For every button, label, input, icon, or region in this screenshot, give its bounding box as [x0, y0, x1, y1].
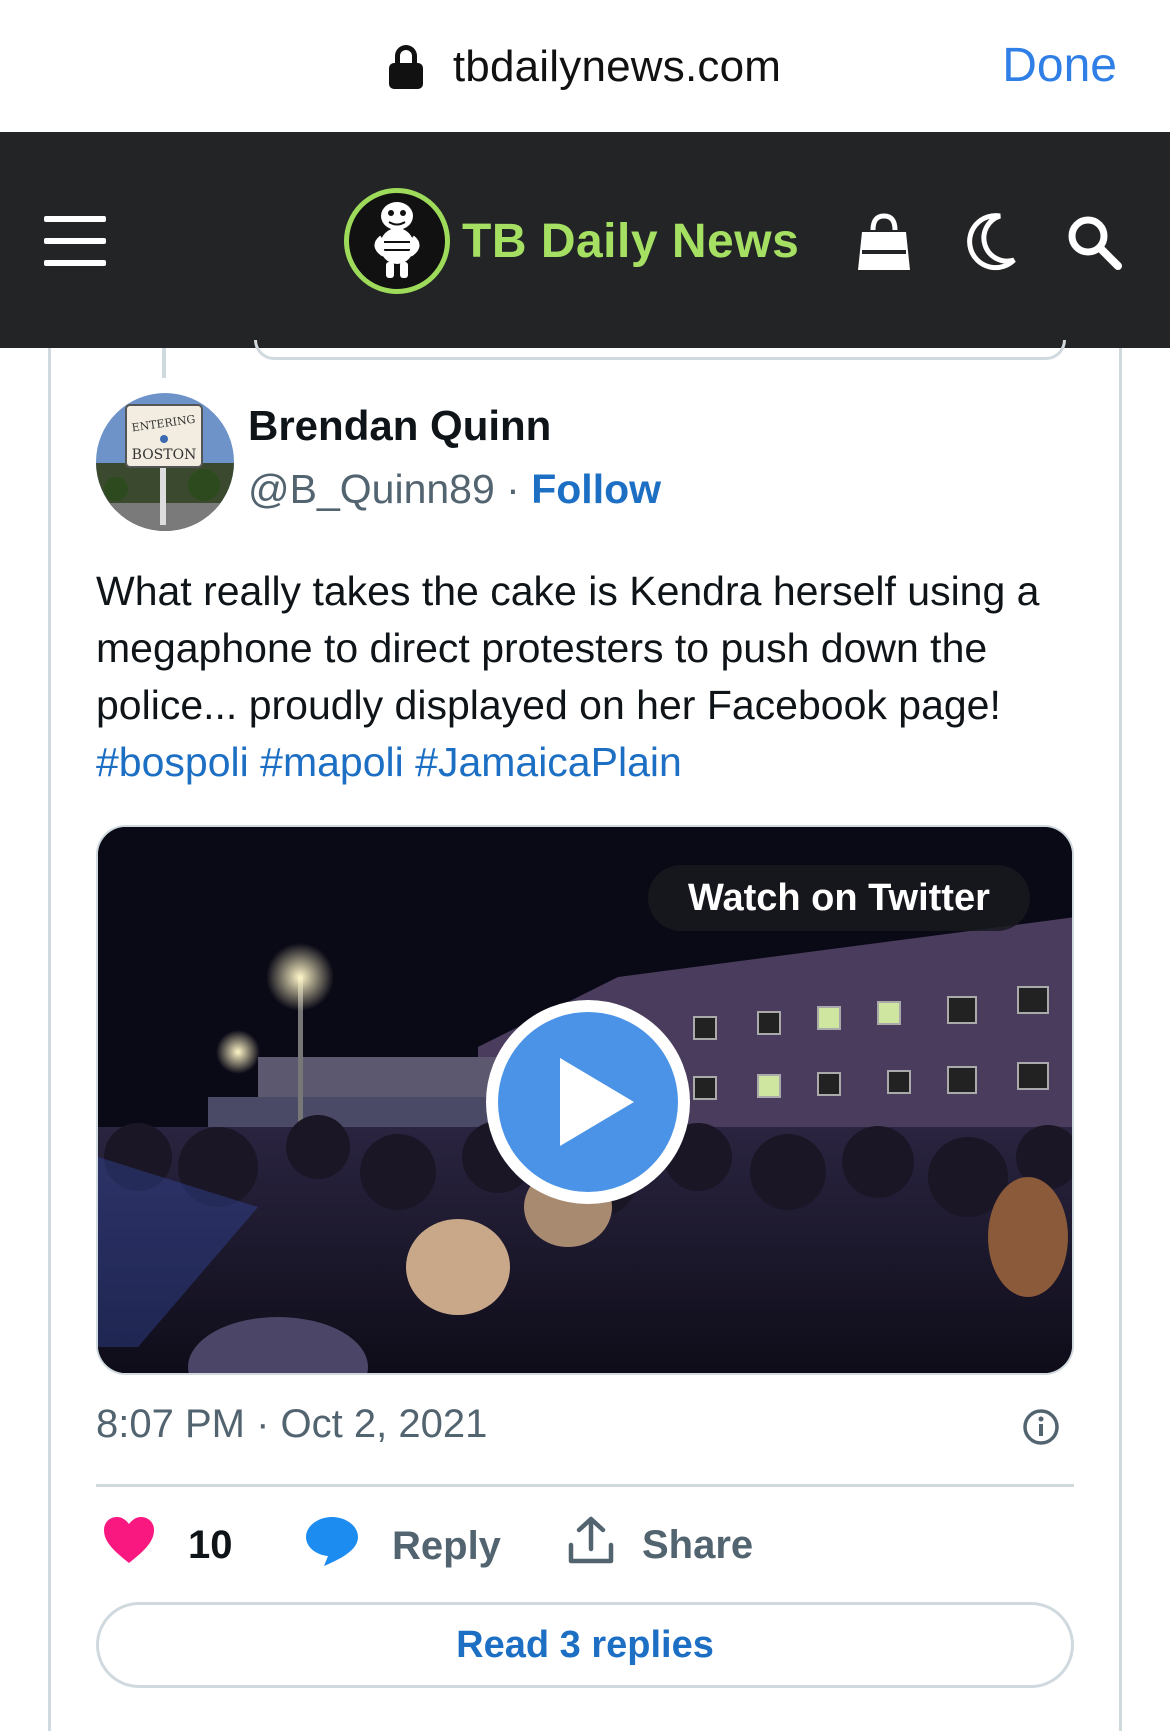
- tweet-body: What really takes the cake is Kendra her…: [96, 568, 1040, 728]
- share-button[interactable]: Share: [566, 1515, 753, 1575]
- speech-bubble-icon: [304, 1515, 360, 1577]
- quoted-tweet-edge: [254, 340, 1066, 360]
- reply-label: Reply: [392, 1523, 501, 1568]
- divider: [96, 1484, 1074, 1487]
- info-icon[interactable]: [1022, 1408, 1060, 1446]
- search-icon[interactable]: [1066, 214, 1122, 275]
- video-player[interactable]: Watch on Twitter: [96, 825, 1074, 1375]
- like-count: 10: [188, 1522, 233, 1567]
- reply-button[interactable]: Reply: [304, 1515, 501, 1577]
- turtle-mascot-icon: [344, 188, 450, 294]
- browser-toolbar: tbdailynews.com Done: [0, 0, 1170, 132]
- author-name[interactable]: Brendan Quinn: [248, 402, 551, 450]
- hashtag-link[interactable]: #mapoli: [260, 739, 404, 785]
- tweet-text: What really takes the cake is Kendra her…: [96, 563, 1086, 791]
- read-replies-button[interactable]: Read 3 replies: [96, 1602, 1074, 1688]
- thread-line: [162, 348, 166, 378]
- avatar[interactable]: ENTERING BOSTON: [96, 393, 234, 531]
- bag-icon[interactable]: [856, 212, 912, 277]
- share-label: Share: [642, 1522, 754, 1567]
- tweet-timestamp[interactable]: 8:07 PM · Oct 2, 2021: [96, 1402, 487, 1447]
- heart-icon: [102, 1515, 156, 1575]
- moon-icon[interactable]: [964, 212, 1018, 277]
- lock-icon: [388, 45, 423, 89]
- like-button[interactable]: 10: [102, 1515, 233, 1575]
- menu-icon[interactable]: [44, 216, 106, 266]
- follow-button[interactable]: Follow: [531, 466, 661, 512]
- done-button[interactable]: Done: [1002, 38, 1117, 93]
- share-icon: [566, 1515, 616, 1575]
- author-handle[interactable]: @B_Quinn89: [248, 466, 495, 512]
- handle-separator: ·: [494, 466, 532, 512]
- site-logo[interactable]: TB Daily News: [344, 188, 799, 294]
- hashtag-link[interactable]: #JamaicaPlain: [415, 739, 682, 785]
- url-text[interactable]: tbdailynews.com: [453, 42, 781, 92]
- watch-on-twitter-button[interactable]: Watch on Twitter: [648, 865, 1030, 931]
- play-icon[interactable]: [486, 1000, 690, 1204]
- site-header: TB Daily News: [0, 132, 1170, 348]
- site-name: TB Daily News: [462, 214, 800, 268]
- address-bar[interactable]: tbdailynews.com: [0, 34, 1170, 100]
- svg-text:BOSTON: BOSTON: [132, 447, 197, 463]
- hashtag-link[interactable]: #bospoli: [96, 739, 249, 785]
- author-handle-line: @B_Quinn89 · Follow: [248, 466, 661, 513]
